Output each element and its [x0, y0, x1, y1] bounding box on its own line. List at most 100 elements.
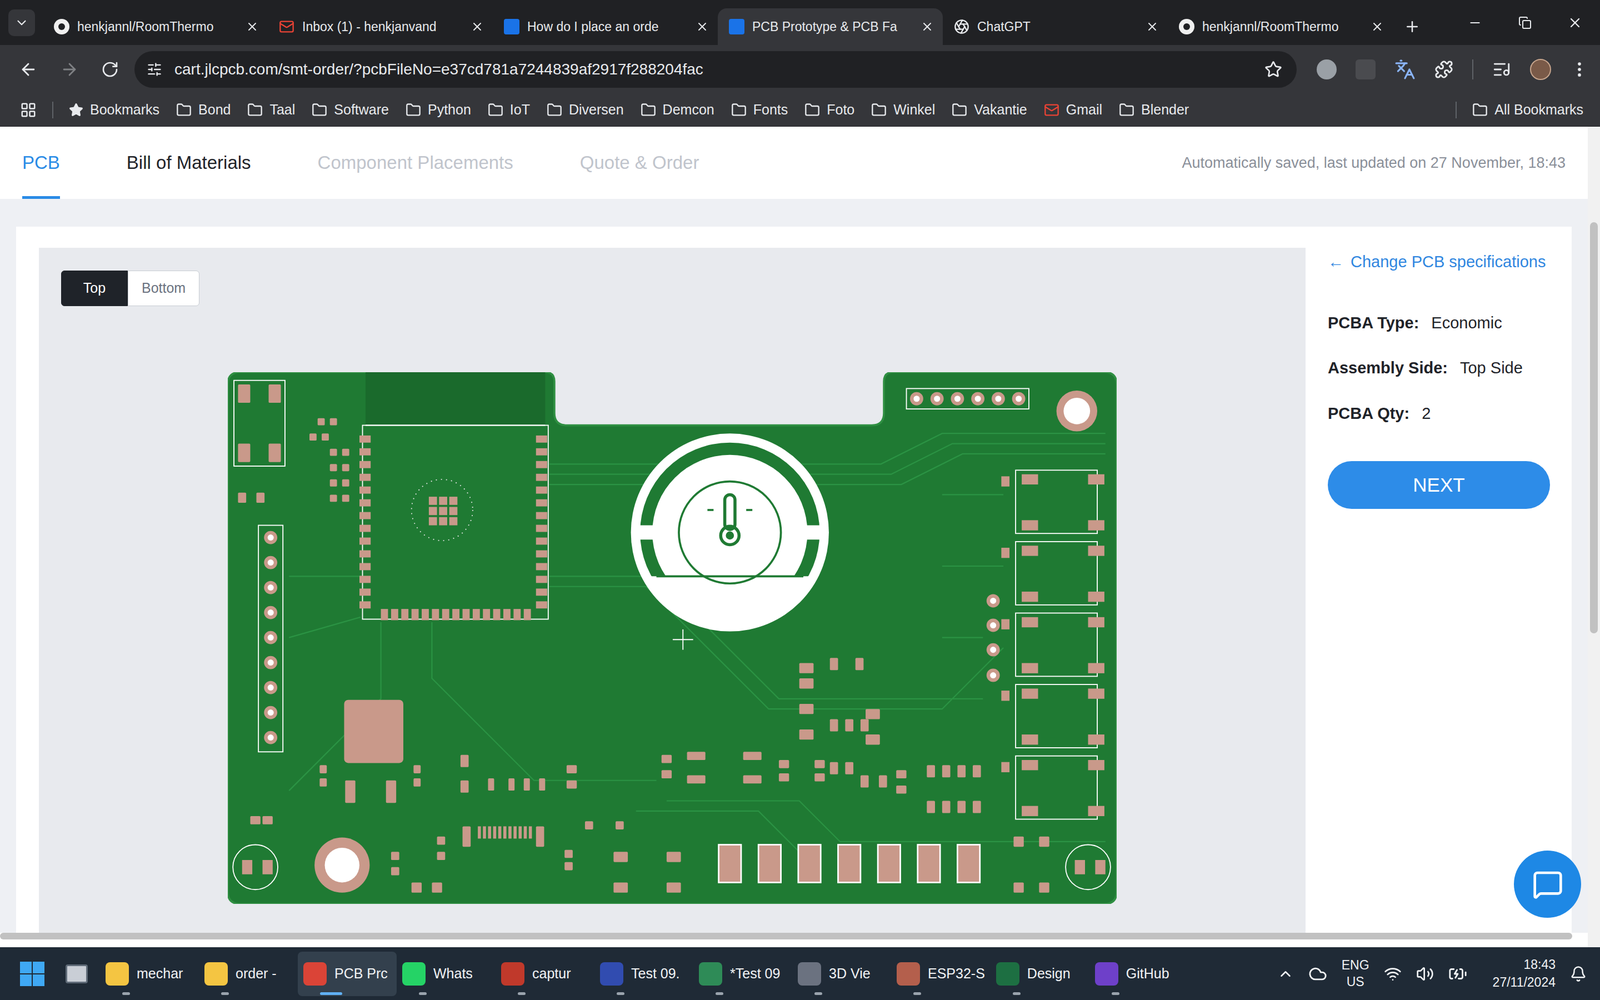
taskbar-app[interactable]: Test 09.	[594, 951, 694, 997]
bookmark-item[interactable]: Foto	[804, 99, 855, 121]
url-text: cart.jlcpcb.com/smt-order/?pcbFileNo=e37…	[174, 57, 1253, 82]
skype-extension-icon[interactable]	[1316, 59, 1337, 80]
reload-icon[interactable]	[101, 60, 119, 79]
forward-icon[interactable]	[60, 60, 79, 79]
back-icon[interactable]	[18, 60, 38, 79]
running-indicator	[517, 992, 526, 995]
battery-icon[interactable]	[1448, 964, 1468, 984]
taskbar-app[interactable]: *Test 09	[693, 951, 793, 997]
volume-icon[interactable]	[1416, 965, 1434, 983]
onedrive-icon[interactable]	[1308, 964, 1328, 984]
close-tab-icon[interactable]	[695, 20, 709, 34]
bookmark-item[interactable]: Diversen	[546, 99, 624, 121]
close-tab-icon[interactable]	[1370, 20, 1384, 34]
close-tab-icon[interactable]	[470, 20, 484, 34]
bookmark-item[interactable]: Winkel	[871, 99, 935, 121]
chat-button[interactable]	[1513, 850, 1582, 918]
tab-title: henkjannl/RoomThermo	[1202, 17, 1363, 37]
next-button[interactable]: NEXT	[1327, 461, 1550, 509]
taskbar-app[interactable]: PCB Prc	[297, 951, 397, 997]
close-tab-icon[interactable]	[920, 20, 934, 34]
system-tray: ENGUS 18:4327/11/2024	[1277, 956, 1587, 991]
bookmark-item[interactable]: Vakantie	[951, 99, 1027, 121]
bookmark-item[interactable]: Fonts	[731, 99, 789, 121]
taskbar-app[interactable]: Whats	[396, 951, 496, 997]
bookmark-item[interactable]: IoT	[487, 99, 530, 121]
side-toggle-option[interactable]: Top	[61, 270, 128, 307]
bookmark-item[interactable]: Gmail	[1043, 99, 1103, 121]
new-tab-button[interactable]	[1392, 8, 1432, 45]
browser-tab[interactable]: Inbox (1) - henkjanvand	[267, 8, 493, 45]
running-indicator	[814, 992, 823, 995]
browser-tab[interactable]: henkjannl/RoomThermo	[42, 8, 268, 45]
app-icon	[896, 962, 920, 986]
language-indicator[interactable]: ENGUS	[1341, 957, 1370, 991]
order-step-tab[interactable]: Bill of Materials	[126, 126, 252, 199]
bookmark-star-icon[interactable]	[1264, 60, 1283, 79]
taskbar-app[interactable]: GitHub	[1089, 951, 1189, 997]
taskbar-app[interactable]: ESP32-S	[891, 951, 991, 997]
start-button[interactable]	[11, 952, 54, 995]
folder-icon	[311, 102, 328, 118]
browser-tab[interactable]: ChatGPT	[942, 8, 1168, 45]
running-indicator	[715, 992, 724, 995]
site-info-icon[interactable]	[146, 61, 163, 78]
disabled-extension-icon[interactable]	[1355, 59, 1376, 80]
github-favicon-icon	[1178, 18, 1195, 35]
vertical-scrollbar[interactable]	[1587, 126, 1600, 948]
side-toggle-option[interactable]: Bottom	[127, 270, 200, 307]
bookmark-item[interactable]: Taal	[247, 99, 295, 121]
minimize-button[interactable]	[1450, 15, 1500, 30]
apps-icon[interactable]	[20, 101, 37, 119]
folder-icon	[247, 102, 263, 118]
task-view-button[interactable]	[53, 952, 100, 995]
jlc-favicon-icon	[728, 18, 745, 35]
bookmark-item[interactable]: Demcon	[640, 99, 715, 121]
taskbar-app[interactable]: captur	[495, 951, 595, 997]
bookmark-item[interactable]: Software	[311, 99, 389, 121]
all-bookmarks[interactable]: All Bookmarks	[1472, 99, 1584, 121]
chat-icon	[1532, 868, 1564, 900]
taskbar-app[interactable]: mechar	[100, 951, 199, 997]
pcb-card: TopBottom←Change PCB specificationsPCBA …	[16, 226, 1572, 933]
taskbar-app[interactable]: Design	[990, 951, 1090, 997]
restore-icon	[1518, 16, 1532, 30]
close-tab-icon[interactable]	[1145, 20, 1159, 34]
app-icon	[204, 962, 228, 986]
bookmark-item[interactable]: Blender	[1118, 99, 1189, 121]
browser-tab[interactable]: PCB Prototype & PCB Fa	[717, 8, 943, 45]
clock[interactable]: 18:4327/11/2024	[1492, 956, 1556, 991]
tab-search-button[interactable]	[0, 0, 43, 45]
menu-icon[interactable]	[1570, 60, 1589, 79]
extensions-icon[interactable]	[1434, 60, 1454, 79]
close-window-button[interactable]	[1550, 15, 1600, 31]
notifications-icon[interactable]	[1570, 965, 1587, 983]
horizontal-scrollbar[interactable]	[0, 932, 1588, 948]
address-bar[interactable]: cart.jlcpcb.com/smt-order/?pcbFileNo=e37…	[134, 51, 1297, 88]
pcb-canvas: TopBottom	[38, 247, 1306, 933]
show-hidden-icon[interactable]	[1277, 965, 1294, 983]
browser-tab[interactable]: How do I place an orde	[492, 8, 718, 45]
gmail-favicon-icon	[278, 18, 295, 35]
browser-tab[interactable]: henkjannl/RoomThermo	[1167, 8, 1393, 45]
star-icon	[68, 102, 84, 118]
bookmark-item[interactable]: Bookmarks	[68, 99, 160, 121]
order-summary: ←Change PCB specificationsPCBA Type:Econ…	[1305, 226, 1572, 933]
close-tab-icon[interactable]	[245, 20, 259, 34]
bookmark-item[interactable]: Bond	[176, 99, 231, 121]
page: PCBBill of MaterialsComponent Placements…	[0, 126, 1600, 948]
taskbar-app[interactable]: order -	[198, 951, 298, 997]
tab-strip: henkjannl/RoomThermoInbox (1) - henkjanv…	[0, 0, 1600, 45]
media-icon[interactable]	[1492, 60, 1512, 79]
wifi-icon[interactable]	[1383, 965, 1402, 983]
tab-title: PCB Prototype & PCB Fa	[752, 17, 913, 37]
jlc-favicon-icon	[503, 18, 520, 35]
app-icon	[501, 962, 525, 986]
order-step-tab[interactable]: PCB	[22, 126, 60, 199]
change-specs-link[interactable]: ←Change PCB specifications	[1327, 250, 1555, 275]
restore-button[interactable]	[1500, 16, 1550, 30]
translate-icon[interactable]	[1394, 58, 1416, 80]
avatar-icon[interactable]	[1530, 58, 1552, 80]
taskbar-app[interactable]: 3D Vie	[792, 951, 892, 997]
bookmark-item[interactable]: Python	[405, 99, 472, 121]
